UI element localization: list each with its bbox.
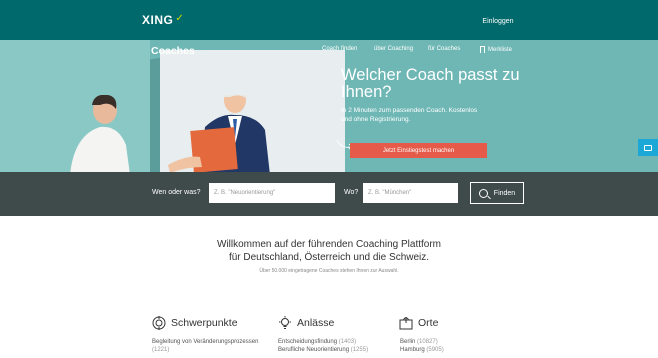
nav-coach-finden[interactable]: Coach finden	[322, 46, 357, 52]
beta-badge: beta	[198, 50, 209, 56]
coach-figure	[168, 95, 270, 175]
coaches-title[interactable]: Coaches beta	[151, 45, 209, 57]
category-anlaesse[interactable]: Anlässe	[278, 316, 334, 330]
orte-list: Berlin (10827) Hamburg (5905)	[400, 338, 520, 354]
search-where-input[interactable]: Z. B. "München"	[363, 183, 458, 203]
search-what-label: Wen oder was?	[152, 189, 201, 196]
anlaesse-list: Entscheidungsfindung (1403) Berufliche N…	[278, 338, 398, 354]
list-item-count: (5905)	[426, 347, 444, 353]
list-item-count: (1403)	[338, 339, 357, 345]
nav-fuer-coaches[interactable]: für Coaches	[428, 46, 460, 52]
list-item-label: Berlin	[400, 339, 416, 345]
coaching-illustration	[70, 95, 270, 175]
xing-mark-icon: ✓	[175, 12, 185, 24]
category-schwerpunkte-title: Schwerpunkte	[171, 317, 238, 329]
list-item-label: Hamburg	[400, 347, 425, 353]
category-anlaesse-title: Anlässe	[297, 317, 335, 329]
list-item[interactable]: Berufliche Neuorientierung (1255)	[278, 346, 398, 354]
schwerpunkte-list: Begleitung von Veränderungsprozessen (12…	[152, 338, 272, 354]
chat-icon	[644, 144, 652, 151]
map-icon	[399, 317, 413, 330]
list-item[interactable]: Hamburg (5905)	[400, 346, 520, 354]
category-orte[interactable]: Orte	[399, 316, 438, 330]
lightbulb-icon	[279, 316, 291, 329]
list-item-count: (1255)	[350, 347, 369, 353]
list-item-label: Entscheidungsfindung	[278, 339, 338, 345]
coaches-title-text: Coaches	[151, 45, 195, 57]
list-item-label: Berufliche Neuorientierung	[278, 347, 350, 353]
hero-subtitle: In 2 Minuten zum passenden Coach. Kosten…	[341, 107, 478, 123]
login-button[interactable]: Einloggen	[475, 14, 521, 28]
search-where-label: Wo?	[344, 189, 359, 196]
search-what-input[interactable]: Z. B. "Neuorientierung"	[209, 183, 335, 203]
list-item[interactable]: Berlin (10827)	[400, 338, 520, 346]
logo-text: XING	[142, 13, 174, 27]
client-figure	[70, 95, 130, 175]
find-button-label: Finden	[493, 189, 516, 197]
welcome-line-2: für Deutschland, Österreich und die Schw…	[228, 252, 430, 263]
nav-ueber-coaching[interactable]: über Coaching	[374, 46, 413, 52]
nav-merkliste-label: Merkliste	[488, 46, 513, 53]
welcome-heading: Willkommen auf der führenden Coaching Pl…	[0, 238, 658, 264]
find-button[interactable]: Finden	[470, 182, 524, 204]
list-item[interactable]: Begleitung von Veränderungsprozessen (12…	[152, 338, 272, 354]
nav-merkliste[interactable]: Merkliste	[480, 46, 512, 53]
start-test-button[interactable]: Jetzt Einstiegstest machen	[350, 143, 487, 158]
hero-headline: Welcher Coach passt zu Ihnen?	[341, 66, 520, 101]
list-item-count: (10827)	[417, 339, 438, 345]
category-schwerpunkte[interactable]: Schwerpunkte	[152, 316, 238, 330]
list-item[interactable]: Entscheidungsfindung (1403)	[278, 338, 398, 346]
chat-button[interactable]	[638, 139, 658, 156]
xing-logo[interactable]: XING ✓	[142, 12, 185, 28]
category-orte-title: Orte	[418, 317, 439, 329]
welcome-subtitle: Über 50.000 eingetragene Coaches stehen …	[259, 268, 399, 274]
bookmark-icon	[480, 46, 485, 53]
top-bar	[0, 0, 658, 40]
target-icon	[152, 316, 166, 330]
page: XING ✓ Einloggen Coaches beta Coach find…	[0, 0, 658, 358]
welcome-line-1: Willkommen auf der führenden Coaching Pl…	[217, 239, 441, 250]
list-item-label: Begleitung von Veränderungsprozessen	[152, 339, 259, 345]
search-icon	[478, 188, 488, 198]
list-item-count: (1221)	[152, 347, 170, 353]
